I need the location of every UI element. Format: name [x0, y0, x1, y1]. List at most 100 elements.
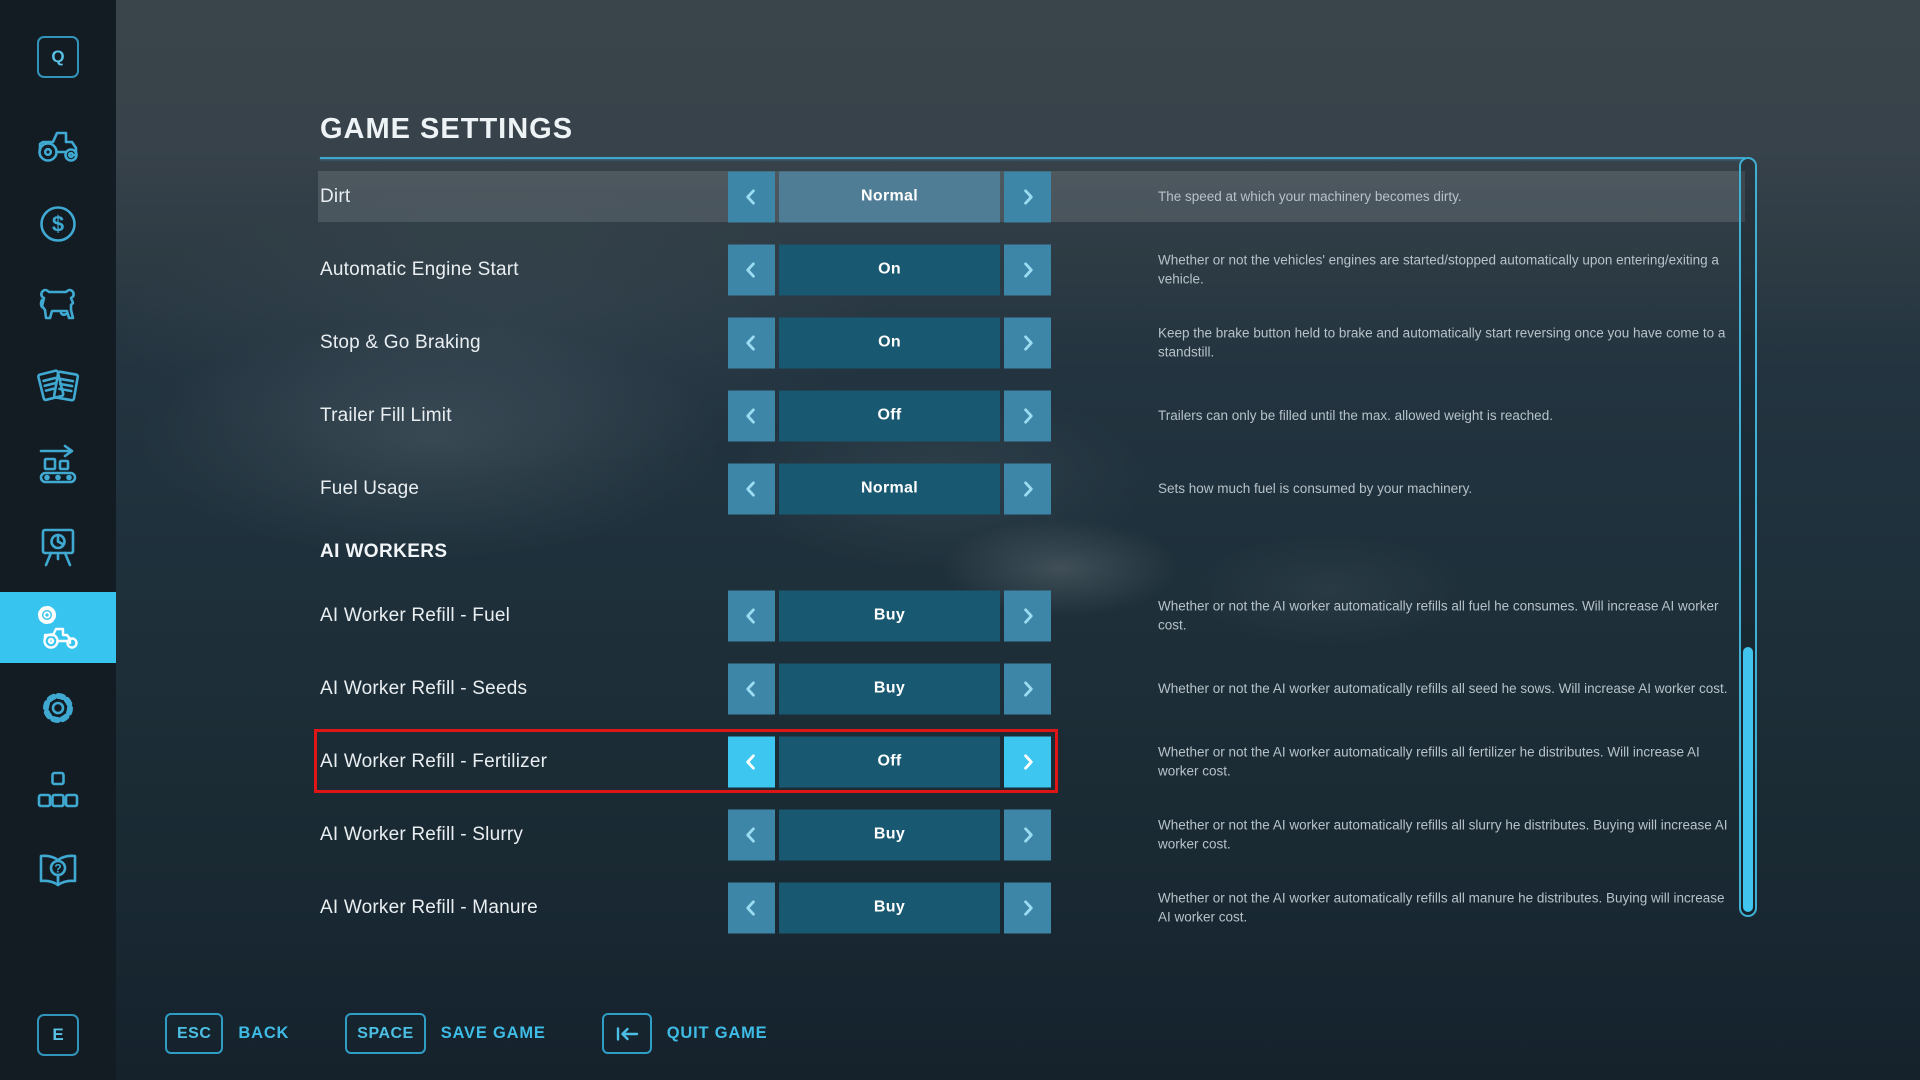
footer-action-bar: ESC BACK SPACE SAVE GAME QUIT GAME [165, 1013, 767, 1054]
setting-row: AI Worker Refill - Fuel Buy Whether or n… [0, 579, 1920, 652]
option-selector: Buy [728, 809, 1051, 860]
option-selector: Normal [728, 171, 1051, 222]
save-game-label: SAVE GAME [441, 1024, 546, 1043]
next-option-button[interactable] [1004, 317, 1051, 368]
scrollbar-thumb[interactable] [1743, 647, 1753, 912]
next-option-button[interactable] [1004, 390, 1051, 441]
backspace-arrow-icon [614, 1026, 640, 1042]
quit-game-action[interactable]: QUIT GAME [602, 1013, 768, 1054]
e-key-label: E [52, 1025, 63, 1045]
settings-list: Dirt Normal The speed at which your mach… [0, 160, 1920, 944]
previous-option-button[interactable] [728, 317, 775, 368]
setting-description: Whether or not the AI worker automatical… [1158, 596, 1736, 635]
setting-description: Whether or not the AI worker automatical… [1158, 679, 1736, 699]
setting-description: Sets how much fuel is consumed by your m… [1158, 479, 1736, 499]
chevron-left-icon [742, 260, 761, 279]
setting-description: Keep the brake button held to brake and … [1158, 323, 1736, 362]
option-selector: Normal [728, 463, 1051, 514]
quit-game-label: QUIT GAME [667, 1024, 768, 1043]
setting-description: Whether or not the vehicles' engines are… [1158, 250, 1736, 289]
previous-option-button[interactable] [728, 809, 775, 860]
setting-row: Automatic Engine Start On Whether or not… [0, 233, 1920, 306]
space-key-label: SPACE [357, 1025, 413, 1043]
chevron-left-icon [742, 825, 761, 844]
chevron-right-icon [1018, 898, 1037, 917]
next-option-button[interactable] [1004, 463, 1051, 514]
setting-row: Fuel Usage Normal Sets how much fuel is … [0, 452, 1920, 525]
option-value[interactable]: Normal [779, 171, 1000, 222]
q-key-label: Q [51, 47, 64, 67]
setting-label: AI Worker Refill - Fertilizer [320, 751, 547, 773]
q-key-hint: Q [37, 36, 79, 78]
chevron-right-icon [1018, 260, 1037, 279]
esc-key-badge: ESC [165, 1013, 223, 1054]
setting-row: Dirt Normal The speed at which your mach… [0, 160, 1920, 233]
setting-row: Stop & Go Braking On Keep the brake butt… [0, 306, 1920, 379]
esc-key-label: ESC [177, 1025, 211, 1043]
back-label: BACK [238, 1024, 289, 1043]
chevron-left-icon [742, 406, 761, 425]
option-selector: Buy [728, 663, 1051, 714]
previous-option-button[interactable] [728, 590, 775, 641]
chevron-right-icon [1018, 333, 1037, 352]
chevron-right-icon [1018, 406, 1037, 425]
next-option-button[interactable] [1004, 244, 1051, 295]
setting-row: AI Worker Refill - Seeds Buy Whether or … [0, 652, 1920, 725]
next-option-button[interactable] [1004, 736, 1051, 787]
option-value[interactable]: On [779, 244, 1000, 295]
setting-row: AI Worker Refill - Fertilizer Off Whethe… [0, 725, 1920, 798]
setting-label: Stop & Go Braking [320, 332, 481, 354]
option-value[interactable]: Buy [779, 590, 1000, 641]
option-selector: Buy [728, 882, 1051, 933]
option-value[interactable]: On [779, 317, 1000, 368]
next-option-button[interactable] [1004, 590, 1051, 641]
chevron-right-icon [1018, 679, 1037, 698]
setting-description: Trailers can only be filled until the ma… [1158, 406, 1736, 426]
next-option-button[interactable] [1004, 663, 1051, 714]
previous-option-button[interactable] [728, 463, 775, 514]
e-key-hint: E [37, 1014, 79, 1056]
next-option-button[interactable] [1004, 809, 1051, 860]
option-value[interactable]: Off [779, 736, 1000, 787]
setting-description: Whether or not the AI worker automatical… [1158, 888, 1736, 927]
setting-label: AI Worker Refill - Slurry [320, 824, 523, 846]
next-option-button[interactable] [1004, 882, 1051, 933]
option-selector: On [728, 317, 1051, 368]
previous-option-button[interactable] [728, 736, 775, 787]
option-value[interactable]: Buy [779, 882, 1000, 933]
previous-option-button[interactable] [728, 882, 775, 933]
previous-option-button[interactable] [728, 171, 775, 222]
option-value[interactable]: Normal [779, 463, 1000, 514]
chevron-left-icon [742, 333, 761, 352]
setting-description: Whether or not the AI worker automatical… [1158, 742, 1736, 781]
title-underline [320, 157, 1745, 159]
option-selector: Off [728, 390, 1051, 441]
back-action[interactable]: ESC BACK [165, 1013, 289, 1054]
chevron-right-icon [1018, 187, 1037, 206]
setting-row: AI Worker Refill - Slurry Buy Whether or… [0, 798, 1920, 871]
chevron-left-icon [742, 187, 761, 206]
setting-label: Dirt [320, 186, 350, 208]
chevron-left-icon [742, 606, 761, 625]
option-value[interactable]: Off [779, 390, 1000, 441]
previous-option-button[interactable] [728, 244, 775, 295]
option-value[interactable]: Buy [779, 663, 1000, 714]
previous-option-button[interactable] [728, 390, 775, 441]
setting-label: Trailer Fill Limit [320, 405, 452, 427]
setting-row: AI Worker Refill - Manure Buy Whether or… [0, 871, 1920, 944]
chevron-right-icon [1018, 479, 1037, 498]
chevron-right-icon [1018, 825, 1037, 844]
setting-row: Trailer Fill Limit Off Trailers can only… [0, 379, 1920, 452]
setting-label: Automatic Engine Start [320, 259, 519, 281]
save-game-action[interactable]: SPACE SAVE GAME [345, 1013, 545, 1054]
page-title: GAME SETTINGS [320, 113, 573, 146]
scrollbar-track[interactable] [1739, 157, 1757, 917]
next-option-button[interactable] [1004, 171, 1051, 222]
option-value[interactable]: Buy [779, 809, 1000, 860]
previous-option-button[interactable] [728, 663, 775, 714]
chevron-left-icon [742, 752, 761, 771]
setting-description: The speed at which your machinery become… [1158, 187, 1736, 207]
chevron-left-icon [742, 479, 761, 498]
setting-label: Fuel Usage [320, 478, 419, 500]
chevron-left-icon [742, 898, 761, 917]
